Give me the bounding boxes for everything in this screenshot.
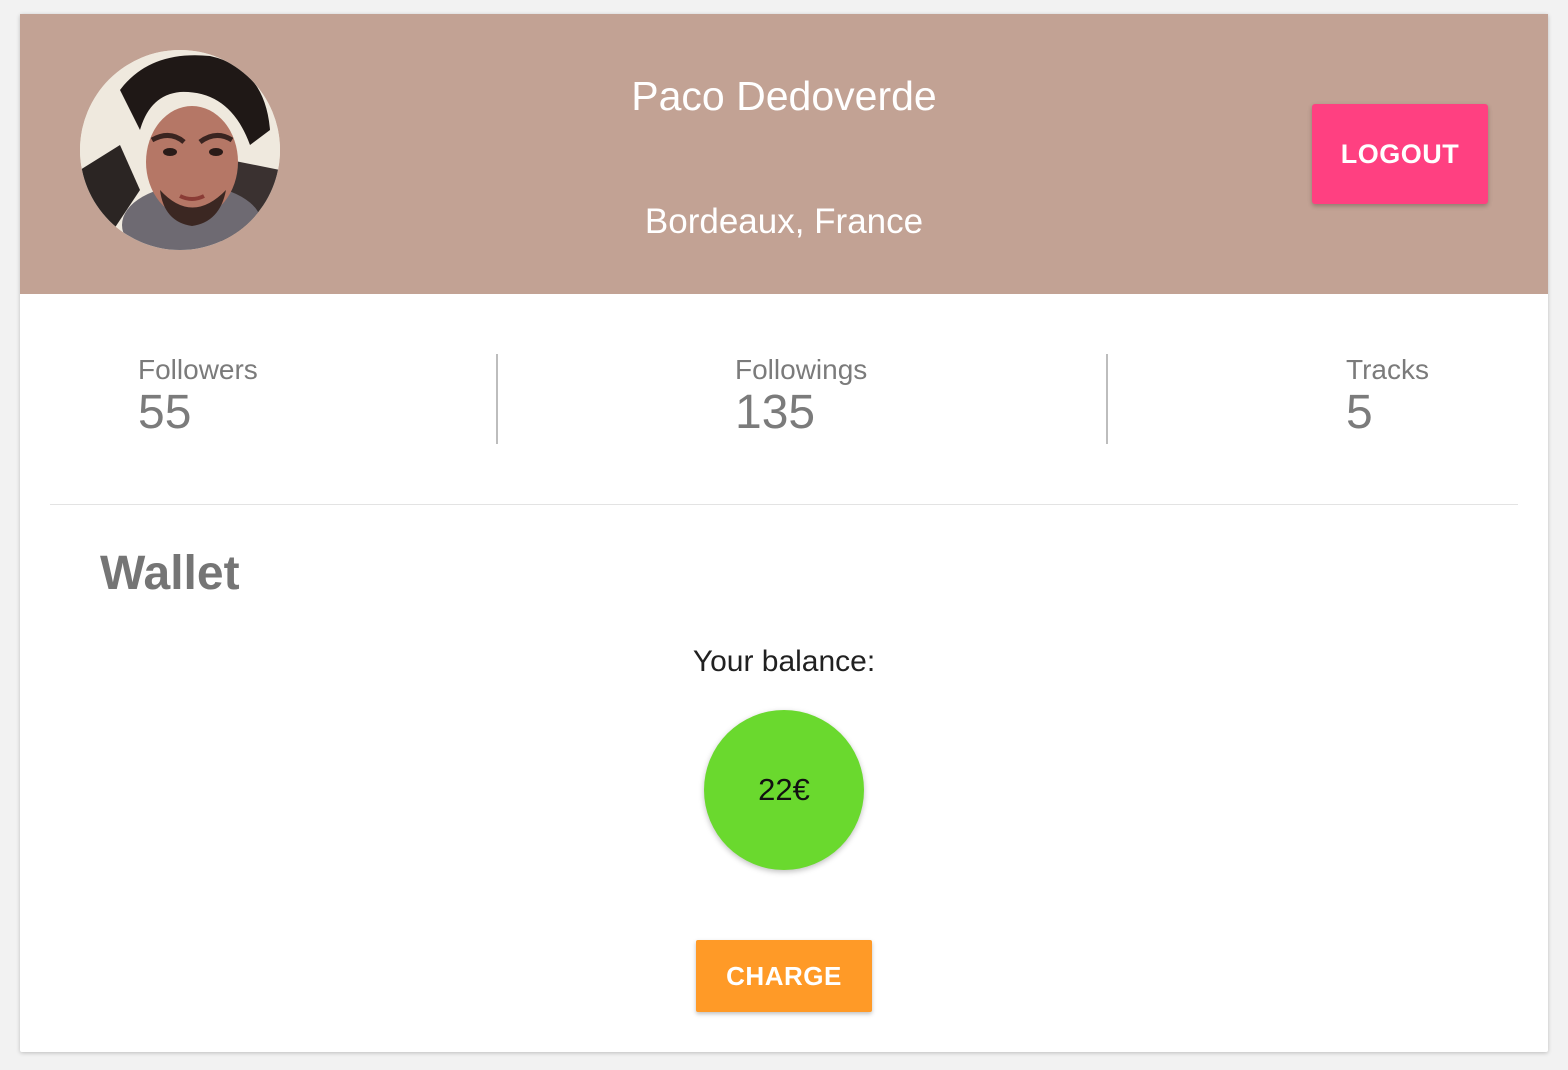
stat-label: Tracks — [1346, 354, 1429, 385]
wallet-title: Wallet — [100, 547, 240, 600]
user-location: Bordeaux, France — [644, 202, 924, 241]
logout-button[interactable]: LOGOUT — [1312, 104, 1488, 204]
balance-value: 22€ — [758, 772, 810, 807]
stat-tracks: Tracks 5 — [1346, 352, 1429, 438]
stat-followers: Followers 55 — [138, 352, 258, 438]
balance-badge: 22€ — [704, 710, 864, 870]
stat-value: 5 — [1346, 386, 1373, 439]
balance-label: Your balance: — [692, 645, 876, 678]
stat-value: 55 — [138, 386, 192, 439]
profile-header: Paco Dedoverde Bordeaux, France LOGOUT — [20, 14, 1548, 294]
stat-value: 135 — [735, 386, 816, 439]
stat-label: Followers — [138, 354, 258, 385]
section-divider — [50, 504, 1518, 505]
charge-button[interactable]: CHARGE — [696, 940, 872, 1012]
stat-followings: Followings 135 — [735, 352, 867, 438]
stat-label: Followings — [735, 354, 868, 385]
stat-divider — [496, 354, 498, 444]
stat-divider — [1106, 354, 1108, 444]
profile-card: Paco Dedoverde Bordeaux, France LOGOUT F… — [20, 14, 1548, 1052]
